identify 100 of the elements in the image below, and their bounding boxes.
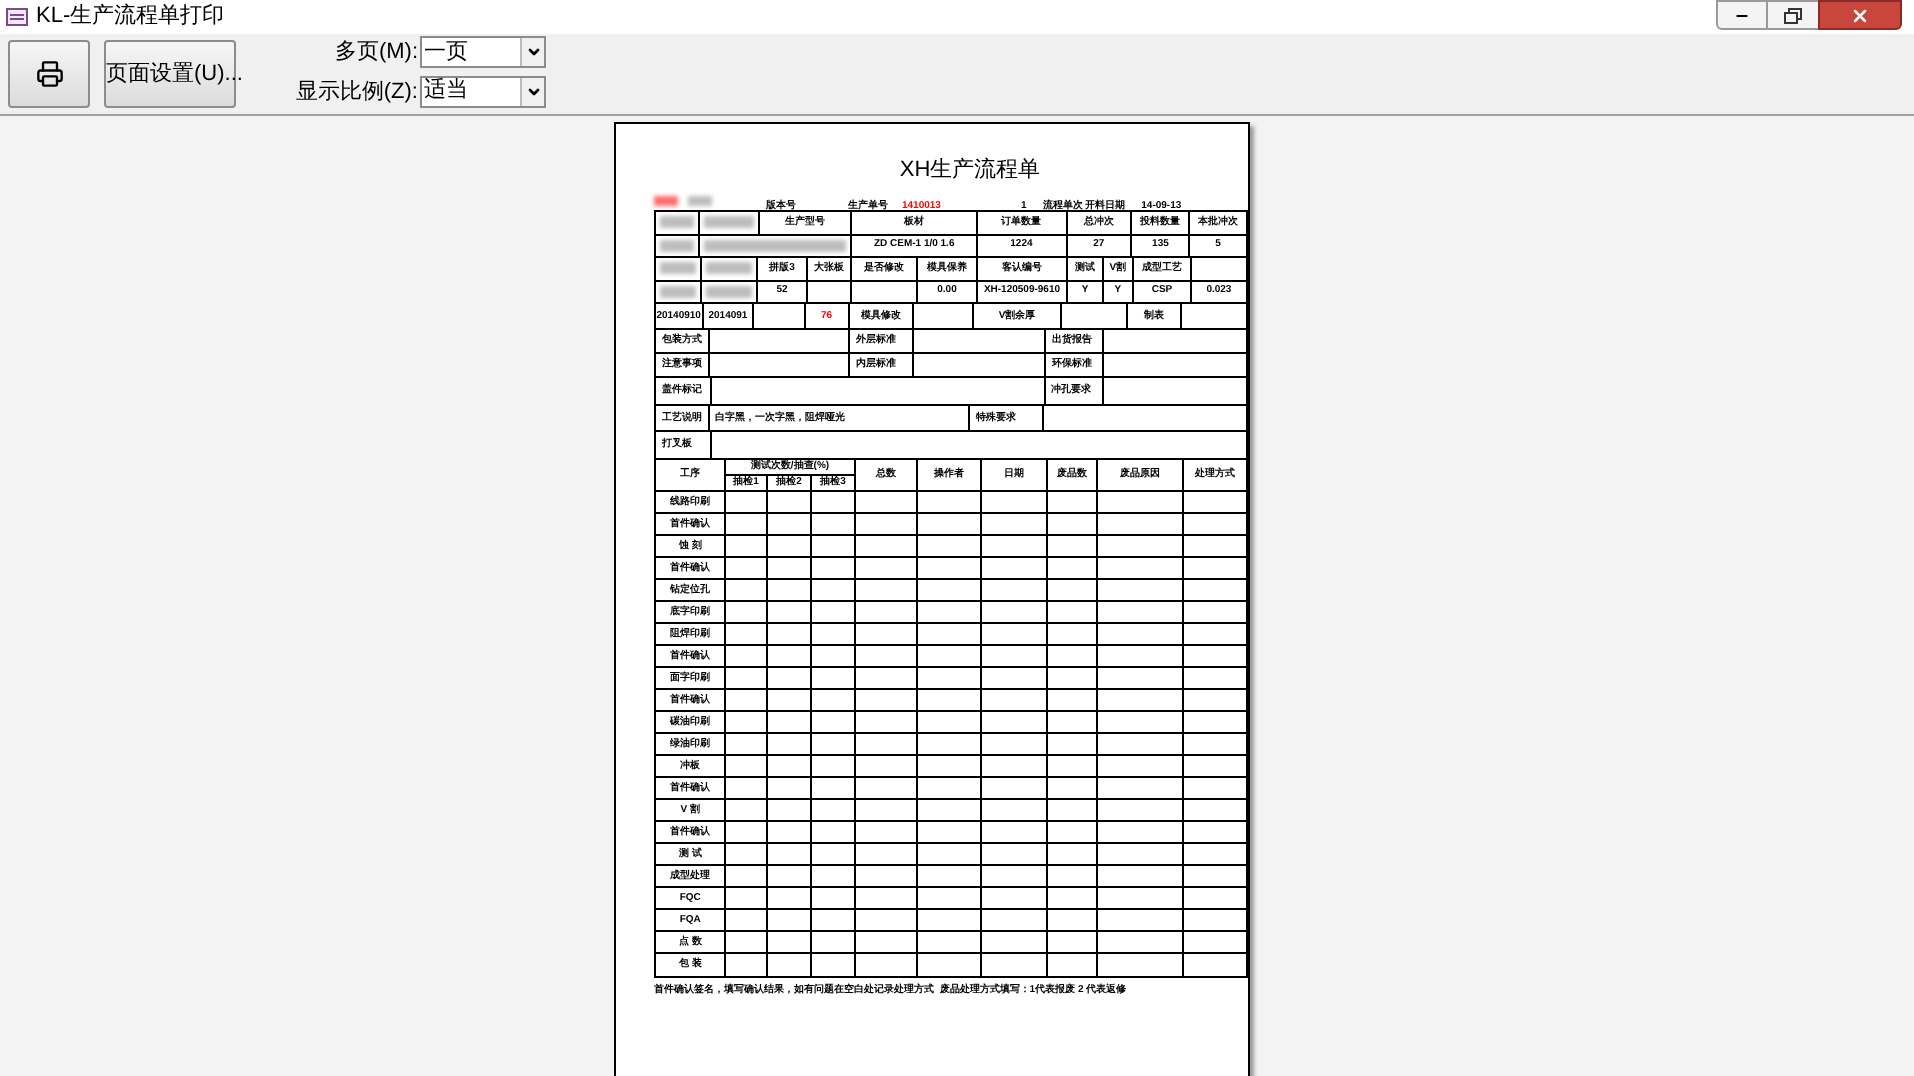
field-label: 多页(M): [332,38,418,68]
blank-cell [917,601,982,623]
blank-cell [917,909,982,931]
blank-cell [917,755,982,777]
blank-cell [1097,645,1184,667]
blank-cell [1046,513,1098,535]
blank-cell [1046,733,1098,755]
blank-cell [1097,821,1184,843]
print-button[interactable] [8,40,90,108]
blank-cell [854,777,918,799]
blank-cell [981,733,1047,755]
blank-cell [854,557,918,579]
blank-cell [1046,909,1098,931]
blank-cell [811,667,855,689]
blank-cell [1097,931,1184,953]
blank-cell [1097,557,1184,579]
blank-cell [1046,689,1098,711]
blank-cell [1046,799,1098,821]
blank-cell [917,733,982,755]
zoom-dropdown[interactable]: 适当 [420,75,546,108]
blank-cell [917,843,982,865]
blank-cell [1097,887,1184,909]
blank-cell [811,689,855,711]
document-title: XH生产流程单 [897,160,1043,182]
blank-cell [981,777,1047,799]
blank-cell [854,931,918,953]
window-icon [6,8,28,26]
blank-cell [854,733,918,755]
blank-cell [981,711,1047,733]
blank-cell [811,535,855,557]
blank-cell [1046,711,1098,733]
dropdown-caret-icon [520,77,544,106]
blank-cell [917,799,982,821]
blank-cell [917,777,982,799]
blank-cell [811,623,855,645]
blank-cell [811,557,855,579]
blank-cell [981,799,1047,821]
close-button[interactable] [1818,0,1902,30]
blank-cell [766,865,812,887]
blank-cell [981,513,1047,535]
blank-cell [854,535,918,557]
blank-cell [766,799,812,821]
blank-cell [917,887,982,909]
blank-cell [1046,777,1098,799]
blank-cell [981,887,1047,909]
blank-cell [1097,579,1184,601]
blank-cell [766,645,812,667]
blank-cell [766,711,812,733]
blank-cell [811,865,855,887]
blank-cell [1097,711,1184,733]
blank-cell [811,579,855,601]
blank-cell [917,645,982,667]
blank-cell [854,711,918,733]
blank-cell [1046,557,1098,579]
blank-cell [1046,887,1098,909]
blank-cell [1097,513,1184,535]
field-label: 显示比例(Z): [293,77,418,107]
blank-cell [917,579,982,601]
blank-cell [766,777,812,799]
blank-cell [981,557,1047,579]
blank-cell [1097,909,1184,931]
blank-cell [1046,667,1098,689]
blank-cell [811,601,855,623]
blank-cell [1046,601,1098,623]
blank-cell [811,711,855,733]
blank-cell [981,909,1047,931]
blank-cell [766,535,812,557]
restore-button[interactable] [1768,0,1818,30]
window-title: KL-生产流程单打印 [36,1,225,33]
blank-cell [1097,535,1184,557]
blank-cell [854,865,918,887]
blank-cell [1097,799,1184,821]
blank-cell [811,755,855,777]
page-setup-button[interactable]: 页面设置(U)... [104,40,236,108]
blank-cell [854,689,918,711]
blank-cell [766,623,812,645]
blank-cell [854,843,918,865]
blank-cell [766,755,812,777]
blank-cell [854,887,918,909]
blank-cell [1046,535,1098,557]
blank-cell [766,887,812,909]
blank-cell [766,733,812,755]
blank-cell [1046,645,1098,667]
blank-cell [981,535,1047,557]
blank-cell [1046,579,1098,601]
blank-cell [917,623,982,645]
zoom-dropdown[interactable]: 一页 [420,36,546,69]
blank-cell [854,755,918,777]
blank-cell [1097,601,1184,623]
blank-cell [981,931,1047,953]
blank-cell [1046,931,1098,953]
blank-cell [766,821,812,843]
blank-cell [811,799,855,821]
blank-cell [811,513,855,535]
blank-cell [811,887,855,909]
close-icon [1850,5,1870,25]
blank-cell [854,513,918,535]
blank-cell [1046,755,1098,777]
blank-cell [981,623,1047,645]
blank-cell [766,601,812,623]
